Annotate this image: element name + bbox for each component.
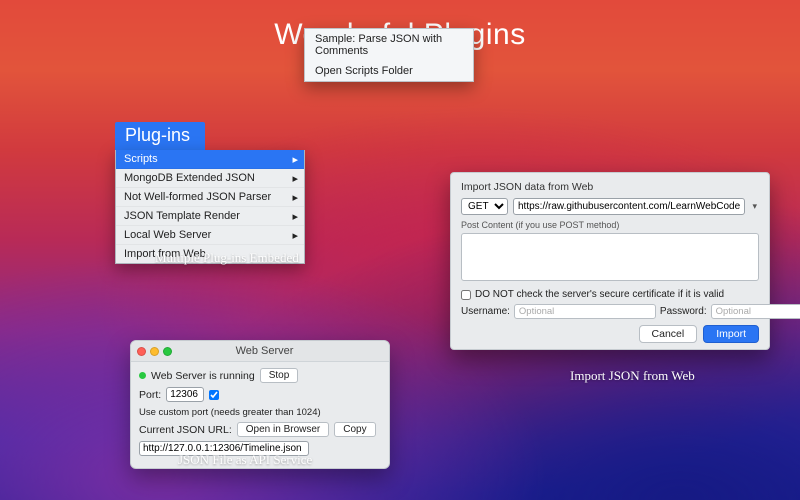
skip-cert-label: DO NOT check the server's secure certifi… <box>475 289 724 300</box>
username-input[interactable] <box>514 304 656 319</box>
window-title: Web Server <box>176 345 353 357</box>
menu-item-scripts[interactable]: Scripts ▸ <box>116 150 304 169</box>
custom-port-checkbox[interactable] <box>209 390 219 400</box>
import-button[interactable]: Import <box>703 325 759 343</box>
cancel-button[interactable]: Cancel <box>639 325 698 343</box>
copy-button[interactable]: Copy <box>334 422 375 437</box>
submenu-arrow-icon: ▸ <box>292 153 298 166</box>
current-url-label: Current JSON URL: <box>139 424 232 436</box>
menu-item-webserver[interactable]: Local Web Server ▸ <box>116 226 304 245</box>
menu-item-label: JSON Template Render <box>124 210 240 222</box>
custom-port-label: Use custom port (needs greater than 1024… <box>139 407 321 418</box>
submenu-arrow-icon: ▸ <box>292 191 298 204</box>
menu-item-notwellformed[interactable]: Not Well-formed JSON Parser ▸ <box>116 188 304 207</box>
status-running-icon <box>139 372 146 379</box>
import-json-dialog: Import JSON data from Web GET ▾ Post Con… <box>450 172 770 350</box>
submenu-arrow-icon: ▸ <box>292 210 298 223</box>
username-label: Username: <box>461 306 510 317</box>
submenu-item-open-folder[interactable]: Open Scripts Folder <box>305 61 473 81</box>
menu-item-label: Scripts <box>124 153 158 165</box>
submenu-item-sample[interactable]: Sample: Parse JSON with Comments <box>305 29 473 61</box>
post-content-label: Post Content (if you use POST method) <box>461 220 759 230</box>
web-server-window: Web Server Web Server is running Stop Po… <box>130 340 390 469</box>
caption-embedded: Multiple Plug-ins Embeded <box>155 250 299 266</box>
port-input[interactable] <box>166 387 204 402</box>
close-icon[interactable] <box>137 347 146 356</box>
dropdown-arrow-icon[interactable]: ▾ <box>750 201 759 212</box>
caption-import-web: Import JSON from Web <box>570 368 695 384</box>
plugins-menu: Plug-ins Scripts ▸ MongoDB Extended JSON ▸… <box>115 122 305 264</box>
stop-button[interactable]: Stop <box>260 368 299 383</box>
caption-api-service: JSON File as API Service <box>178 452 312 468</box>
plugins-menu-header[interactable]: Plug-ins <box>115 122 205 150</box>
menu-item-template[interactable]: JSON Template Render ▸ <box>116 207 304 226</box>
menu-item-label: MongoDB Extended JSON <box>124 172 255 184</box>
post-content-textarea[interactable] <box>461 233 759 281</box>
password-input[interactable] <box>711 304 800 319</box>
status-text: Web Server is running <box>151 370 255 382</box>
submenu-arrow-icon: ▸ <box>292 229 298 242</box>
titlebar: Web Server <box>131 341 389 362</box>
zoom-icon[interactable] <box>163 347 172 356</box>
minimize-icon[interactable] <box>150 347 159 356</box>
menu-item-label: Not Well-formed JSON Parser <box>124 191 271 203</box>
submenu-arrow-icon: ▸ <box>292 172 298 185</box>
skip-cert-checkbox[interactable] <box>461 290 471 300</box>
password-label: Password: <box>660 306 707 317</box>
menu-item-mongodb[interactable]: MongoDB Extended JSON ▸ <box>116 169 304 188</box>
port-label: Port: <box>139 389 161 401</box>
plugins-submenu: Sample: Parse JSON with Comments Open Sc… <box>304 28 474 82</box>
open-browser-button[interactable]: Open in Browser <box>237 422 329 437</box>
http-method-select[interactable]: GET <box>461 198 508 215</box>
plugins-menu-list: Scripts ▸ MongoDB Extended JSON ▸ Not Well… <box>115 150 305 264</box>
url-input[interactable] <box>513 198 745 215</box>
menu-item-label: Local Web Server <box>124 229 211 241</box>
dialog-title: Import JSON data from Web <box>461 181 759 193</box>
